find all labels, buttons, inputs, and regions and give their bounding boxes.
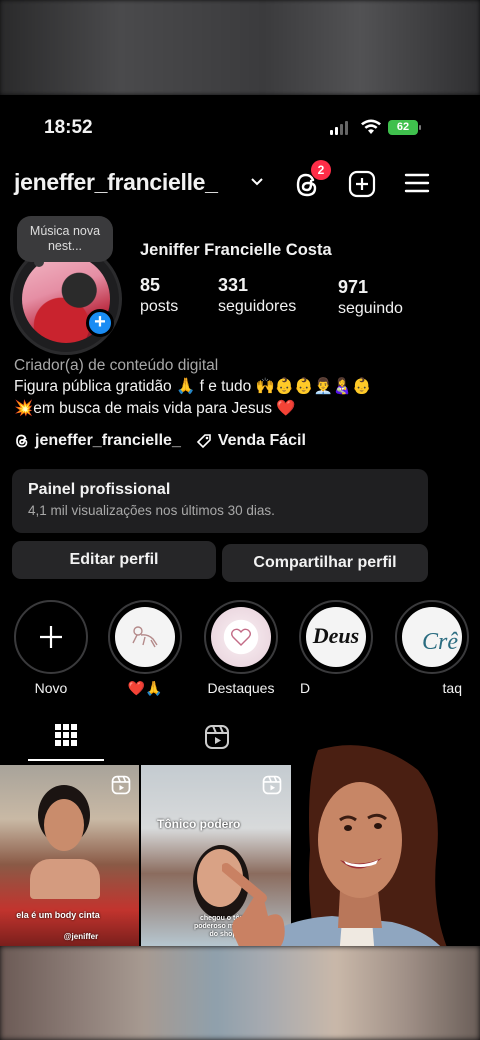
status-time: 18:52 xyxy=(44,117,93,138)
highlight-label: Destaques xyxy=(207,680,275,696)
panel-title: Painel profissional xyxy=(28,481,171,498)
highlight-cover: Crê xyxy=(402,607,462,667)
highlight-item[interactable]: Crê taq xyxy=(394,600,470,696)
note-bubble[interactable]: Música nova nest... xyxy=(17,216,113,262)
highlight-cover xyxy=(115,607,175,667)
notification-badge: 2 xyxy=(311,160,331,180)
add-content-icon[interactable] xyxy=(348,170,376,198)
threads-small-icon xyxy=(16,434,28,448)
menu-icon[interactable] xyxy=(404,172,430,194)
full-name: Jeniffer Francielle Costa xyxy=(140,241,332,259)
highlight-new[interactable]: Novo xyxy=(13,600,89,696)
highlight-cover xyxy=(211,607,271,667)
stat-value: 971 xyxy=(338,277,369,297)
stat-followers[interactable]: 331 seguidores xyxy=(218,275,296,316)
stat-value: 331 xyxy=(218,275,249,295)
bio-line: 💥em busca de mais vida para Jesus ❤️ xyxy=(14,400,296,417)
battery-icon: 62 xyxy=(388,120,418,135)
edit-profile-button[interactable]: Editar perfil xyxy=(12,541,216,579)
presenter-overlay xyxy=(222,745,447,946)
username-switcher[interactable]: jeneffer_francielle_ xyxy=(14,169,218,196)
stat-label: posts xyxy=(140,298,179,315)
plus-icon xyxy=(40,626,62,648)
wifi-icon xyxy=(361,119,381,134)
post-tag: @jeniffer xyxy=(63,932,99,941)
chevron-down-icon[interactable] xyxy=(250,175,264,189)
active-tab-indicator xyxy=(28,759,104,761)
highlight-item[interactable]: ❤️🙏 xyxy=(107,600,183,697)
video-blur-bottom xyxy=(0,946,480,1040)
highlight-cover: Deus xyxy=(306,607,366,667)
highlight-cover-text: Crê xyxy=(422,629,458,655)
profile-category: Criador(a) de conteúdo digital xyxy=(14,357,219,374)
highlight-label: D xyxy=(300,680,311,696)
profile-header: jeneffer_francielle_ 2 xyxy=(0,160,480,201)
heart-icon xyxy=(231,628,251,646)
highlight-label: taq xyxy=(442,680,462,696)
stat-posts[interactable]: 85 posts xyxy=(140,275,178,316)
stat-value: 85 xyxy=(140,275,161,295)
highlight-label: Novo xyxy=(34,680,68,696)
share-profile-button[interactable]: Compartilhar perfil xyxy=(222,544,428,582)
grid-tab-icon[interactable] xyxy=(54,723,78,747)
baby-crawling-icon xyxy=(132,626,158,648)
threads-link[interactable]: jeneffer_francielle_ xyxy=(35,432,181,450)
add-story-plus-icon[interactable]: + xyxy=(86,309,114,337)
grid-post[interactable]: ela é um body cinta @jeniffer xyxy=(0,765,139,946)
phone-screen: 18:52 62 jeneffer_francielle_ 2 + Música… xyxy=(0,95,480,946)
battery-tip xyxy=(419,125,421,130)
signal-icon xyxy=(330,121,348,135)
highlight-label: ❤️🙏 xyxy=(127,680,163,696)
stat-following[interactable]: 971 seguindo xyxy=(338,277,403,318)
panel-subtitle: 4,1 mil visualizações nos últimos 30 dia… xyxy=(28,503,275,518)
shop-link[interactable]: Venda Fácil xyxy=(218,432,306,450)
post-figure xyxy=(44,799,84,851)
highlight-cover-text: Deus xyxy=(312,623,360,648)
profile-links: jeneffer_francielle_ Venda Fácil xyxy=(14,432,306,450)
post-figure xyxy=(30,859,100,899)
stat-label: seguidores xyxy=(218,298,297,315)
post-caption: ela é um body cinta xyxy=(16,910,100,920)
professional-dashboard[interactable]: Painel profissional 4,1 mil visualizaçõe… xyxy=(12,469,428,533)
status-bar: 18:52 62 xyxy=(0,115,480,141)
video-blur-top xyxy=(0,0,480,95)
stat-label: seguindo xyxy=(338,300,403,317)
bio-line: Figura pública gratidão 🙏 f e tudo 🙌👶👶👨‍… xyxy=(14,378,372,395)
highlight-item[interactable]: Destaques xyxy=(203,600,279,696)
shop-link-icon xyxy=(196,434,211,449)
reel-badge-icon xyxy=(111,775,131,795)
highlight-item[interactable]: Deus D xyxy=(298,600,374,696)
